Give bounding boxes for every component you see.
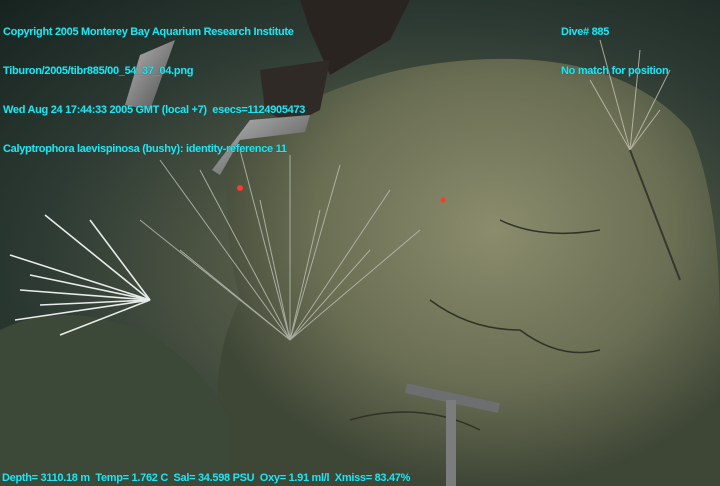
dive-number-text: Dive# 885 (561, 26, 610, 38)
laser-dot (237, 185, 243, 191)
position-status-text: No match for position (561, 65, 669, 77)
timestamp-text: Wed Aug 24 17:44:33 2005 GMT (local +7) … (3, 104, 306, 116)
metadata-overlay-top-right: Dive# 885 No match for position (561, 0, 669, 104)
species-label-text: Calyptrophora laevispinosa (bushy): iden… (3, 143, 287, 155)
laser-dot (440, 197, 446, 203)
metadata-overlay-top-left: Copyright 2005 Monterey Bay Aquarium Res… (3, 0, 305, 182)
sensor-readout-text: Depth= 3110.18 m Temp= 1.762 C Sal= 34.5… (2, 472, 411, 484)
image-path-text: Tiburon/2005/tibr885/00_54_37_04.png (3, 65, 194, 77)
copyright-text: Copyright 2005 Monterey Bay Aquarium Res… (3, 26, 294, 38)
deep-sea-video-frame: Copyright 2005 Monterey Bay Aquarium Res… (0, 0, 720, 486)
left-rocks (0, 315, 230, 486)
